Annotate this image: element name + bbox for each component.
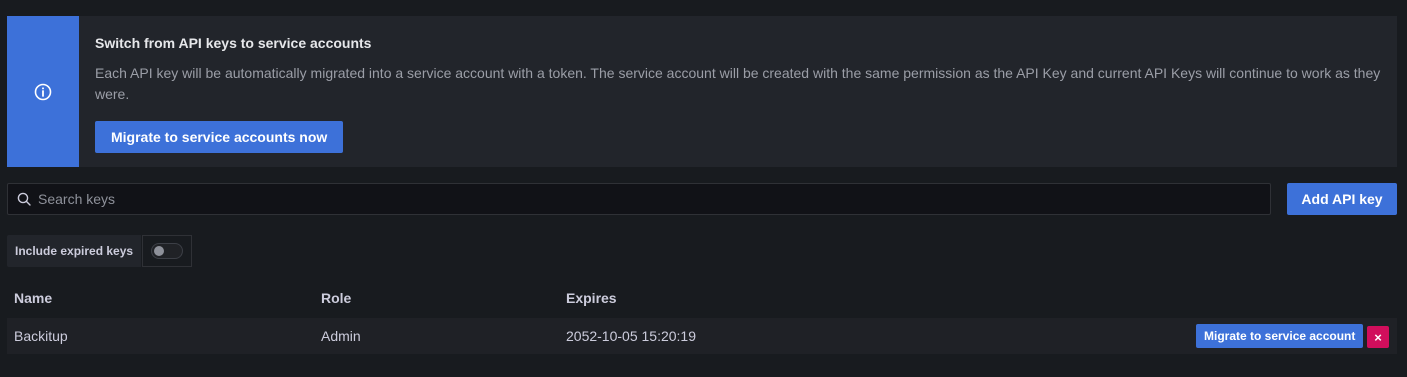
include-expired-switch[interactable] [151,243,184,259]
alert-title: Switch from API keys to service accounts [95,35,372,51]
column-header-name: Name [14,290,53,306]
delete-key-button[interactable]: × [1367,326,1389,348]
search-box[interactable] [7,183,1271,215]
row-name: Backitup [14,328,68,344]
search-input[interactable] [36,190,1240,208]
include-expired-toggle-row: Include expired keys [7,235,193,267]
column-header-role: Role [321,290,352,306]
alert-icon-column [7,16,79,167]
migration-alert: Switch from API keys to service accounts… [7,16,1397,167]
column-header-expires: Expires [566,290,617,306]
search-icon [17,192,31,206]
switch-knob [154,246,165,256]
migrate-to-service-account-button[interactable]: Migrate to service account [1196,324,1364,348]
migrate-all-button[interactable]: Migrate to service accounts now [95,121,344,153]
alert-text: Each API key will be automatically migra… [95,65,1381,102]
close-icon: × [1374,329,1382,345]
include-expired-toggle-container [142,235,193,267]
table-row: Backitup Admin 2052-10-05 15:20:19 Migra… [7,318,1397,354]
info-circle-icon [34,83,52,100]
alert-body: Switch from API keys to service accounts… [79,16,1385,167]
add-api-key-button[interactable]: Add API key [1287,183,1397,215]
include-expired-label: Include expired keys [7,235,142,267]
row-role: Admin [321,328,361,344]
row-expires: 2052-10-05 15:20:19 [566,328,696,344]
table-header: Name Role Expires [7,282,1397,314]
